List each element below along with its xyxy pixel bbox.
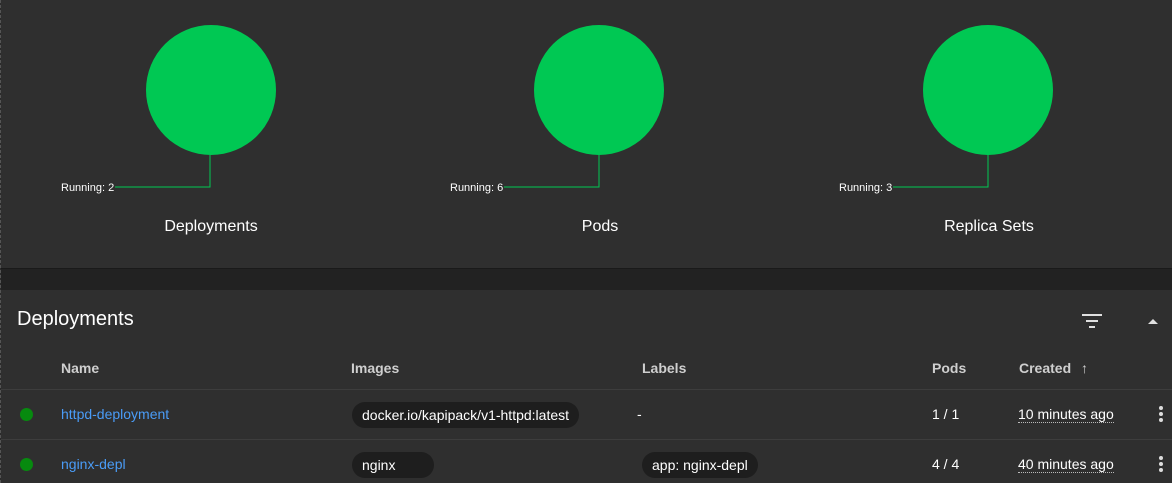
status-running-icon (20, 458, 33, 471)
arrow-up-icon[interactable] (1145, 314, 1161, 328)
column-header-created-label: Created (1019, 360, 1072, 376)
deployments-status-chart: Running: 2 Deployments (61, 0, 361, 268)
workloads-status-panel: Running: 2 Deployments Running: 6 Pods R… (1, 0, 1172, 268)
pods-running-slice[interactable] (534, 25, 664, 155)
pods-cell: 1 / 1 (932, 406, 960, 422)
image-chip: nginx (352, 452, 434, 478)
pods-running-label: Running: 6 (450, 182, 503, 194)
deployment-name-link[interactable]: httpd-deployment (61, 406, 169, 422)
pods-chart-title: Pods (581, 218, 619, 235)
section-divider (1, 268, 1172, 291)
filter-icon[interactable] (1081, 312, 1103, 330)
table-row: nginx-depl nginx app: nginx-depl 4 / 4 4… (1, 439, 1172, 483)
column-header-name[interactable]: Name (61, 360, 99, 376)
pods-status-chart: Running: 6 Pods (450, 0, 750, 268)
created-cell: 10 minutes ago (1018, 406, 1114, 423)
created-cell: 40 minutes ago (1018, 456, 1114, 473)
deployments-card: Deployments Name Images Labels Pods Crea… (1, 290, 1172, 483)
sort-ascending-icon: ↑ (1081, 360, 1089, 376)
more-vert-icon[interactable] (1156, 404, 1166, 426)
replica-sets-chart-title: Replica Sets (944, 218, 1034, 235)
column-header-created[interactable]: Created ↑ (1019, 360, 1088, 376)
column-header-labels: Labels (642, 360, 687, 376)
deployment-name-link[interactable]: nginx-depl (61, 456, 126, 472)
column-header-pods[interactable]: Pods (932, 360, 966, 376)
deployments-chart-title: Deployments (164, 218, 258, 235)
more-vert-icon[interactable] (1156, 454, 1166, 476)
table-row: httpd-deployment docker.io/kapipack/v1-h… (1, 389, 1172, 440)
pods-cell: 4 / 4 (932, 456, 960, 472)
deployments-card-title: Deployments (17, 308, 134, 330)
deployments-label-leader (115, 155, 211, 188)
column-header-images: Images (351, 360, 400, 376)
labels-cell: - (637, 406, 642, 422)
status-running-icon (20, 408, 33, 421)
pods-label-leader (504, 155, 600, 188)
replica-sets-running-slice[interactable] (923, 25, 1053, 155)
workloads-overview-page: Running: 2 Deployments Running: 6 Pods R… (0, 0, 1172, 483)
replica-sets-running-label: Running: 3 (839, 182, 892, 194)
deployments-running-label: Running: 2 (61, 182, 114, 194)
deployments-running-slice[interactable] (146, 25, 276, 155)
replica-sets-label-leader (893, 155, 989, 188)
replica-sets-status-chart: Running: 3 Replica Sets (839, 0, 1139, 268)
label-chip: app: nginx-depl (642, 452, 758, 478)
image-chip: docker.io/kapipack/v1-httpd:latest (352, 402, 580, 428)
